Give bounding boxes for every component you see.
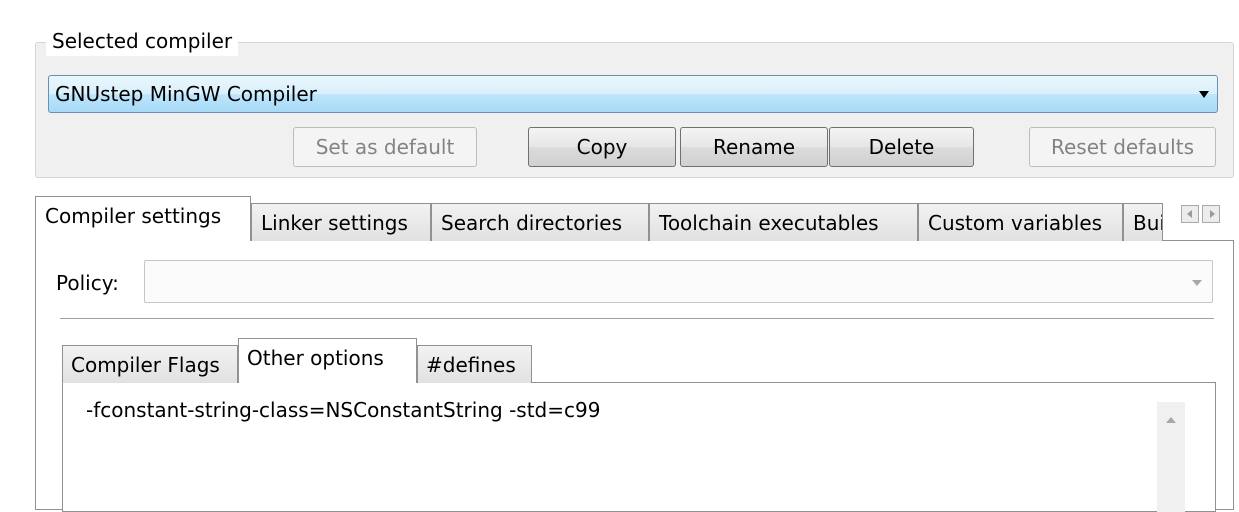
reset-defaults-button[interactable]: Reset defaults <box>1029 127 1216 167</box>
tab-linker-settings[interactable]: Linker settings <box>251 203 431 241</box>
tab-compiler-settings[interactable]: Compiler settings <box>35 196 251 241</box>
selected-compiler-label: Selected compiler <box>46 26 239 56</box>
dropdown-arrow-icon[interactable] <box>1199 91 1209 98</box>
scroll-up-icon[interactable] <box>1166 417 1176 423</box>
rename-button[interactable]: Rename <box>680 127 828 167</box>
chevron-down-icon[interactable] <box>1192 280 1202 286</box>
set-as-default-button[interactable]: Set as default <box>293 127 477 167</box>
policy-select[interactable] <box>144 260 1213 303</box>
other-options-textarea[interactable]: -fconstant-string-class=NSConstantString… <box>84 396 1157 506</box>
tab-toolchain-executables[interactable]: Toolchain executables <box>649 203 918 241</box>
tab-custom-variables[interactable]: Custom variables <box>918 203 1123 241</box>
vertical-scrollbar[interactable] <box>1157 402 1185 512</box>
compiler-select[interactable]: GNUstep MinGW Compiler <box>48 75 1218 113</box>
tab-compiler-flags[interactable]: Compiler Flags <box>62 345 238 383</box>
tab-scroll-right-button[interactable] <box>1202 205 1220 223</box>
policy-label: Policy: <box>56 271 119 295</box>
tab-other-options[interactable]: Other options <box>238 338 417 383</box>
tab-defines[interactable]: #defines <box>417 345 532 383</box>
separator <box>60 318 1214 320</box>
tab-search-directories[interactable]: Search directories <box>431 203 649 241</box>
arrow-right-icon <box>1210 210 1215 218</box>
delete-button[interactable]: Delete <box>829 127 974 167</box>
copy-button[interactable]: Copy <box>528 127 676 167</box>
compiler-select-value: GNUstep MinGW Compiler <box>55 82 317 106</box>
tab-scroll-left-button[interactable] <box>1181 205 1199 223</box>
tab-build-options[interactable]: Bui <box>1123 203 1163 241</box>
arrow-left-icon <box>1187 210 1192 218</box>
